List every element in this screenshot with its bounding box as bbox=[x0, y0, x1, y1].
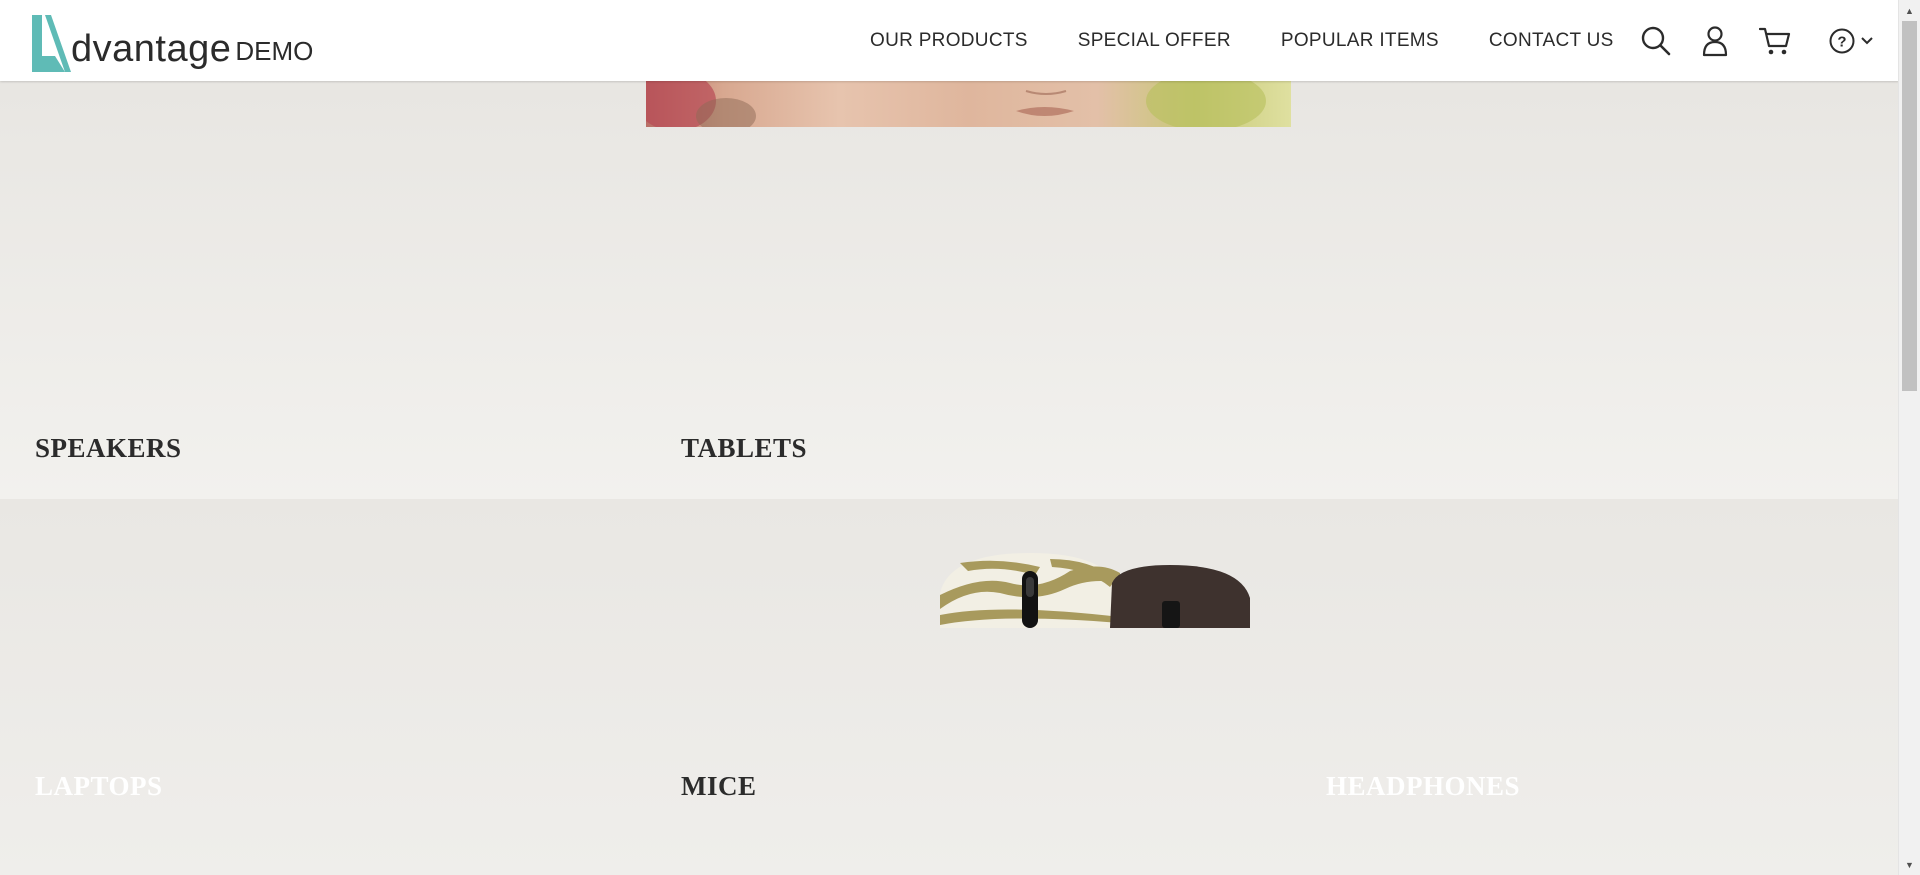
user-icon[interactable] bbox=[1700, 23, 1730, 59]
logo-brand-text: dvantage bbox=[71, 28, 232, 70]
nav-contact-us[interactable]: CONTACT US bbox=[1489, 30, 1614, 52]
app-window: dvantage DEMO OUR PRODUCTS SPECIAL OFFER… bbox=[0, 0, 1920, 875]
category-tablets[interactable]: TABLETS bbox=[681, 433, 807, 464]
mice-product-image bbox=[940, 553, 1250, 628]
page-scrollbar[interactable]: ▲ ▼ bbox=[1898, 0, 1920, 875]
help-menu[interactable]: ? bbox=[1828, 23, 1874, 59]
nav-popular-items[interactable]: POPULAR ITEMS bbox=[1281, 30, 1439, 52]
scrollbar-thumb[interactable] bbox=[1902, 21, 1917, 391]
site-header: dvantage DEMO OUR PRODUCTS SPECIAL OFFER… bbox=[0, 0, 1899, 81]
category-headphones[interactable]: HEADPHONES bbox=[1326, 771, 1520, 802]
category-mice[interactable]: MICE bbox=[681, 771, 757, 802]
nav-special-offer[interactable]: SPECIAL OFFER bbox=[1078, 30, 1231, 52]
hero-image bbox=[646, 81, 1291, 127]
logo-link[interactable]: dvantage DEMO bbox=[29, 10, 313, 72]
main-nav: OUR PRODUCTS SPECIAL OFFER POPULAR ITEMS… bbox=[870, 0, 1614, 81]
logo-mark-icon bbox=[29, 12, 73, 72]
scroll-up-icon[interactable]: ▲ bbox=[1899, 0, 1920, 21]
svg-text:?: ? bbox=[1837, 33, 1846, 50]
category-row-top: SPEAKERS TABLETS bbox=[0, 81, 1899, 499]
help-icon: ? bbox=[1828, 27, 1856, 55]
search-icon[interactable] bbox=[1638, 23, 1674, 59]
cart-icon[interactable] bbox=[1758, 23, 1792, 59]
nav-our-products[interactable]: OUR PRODUCTS bbox=[870, 30, 1028, 52]
scroll-down-icon[interactable]: ▼ bbox=[1899, 854, 1920, 875]
chevron-down-icon bbox=[1860, 36, 1874, 46]
category-grid: SPEAKERS TABLETS LAPTOPS MICE HEADPHONES bbox=[0, 81, 1899, 875]
category-laptops[interactable]: LAPTOPS bbox=[35, 771, 163, 802]
logo-demo-text: DEMO bbox=[235, 36, 314, 66]
header-icons: ? bbox=[1638, 0, 1874, 81]
category-speakers[interactable]: SPEAKERS bbox=[35, 433, 182, 464]
